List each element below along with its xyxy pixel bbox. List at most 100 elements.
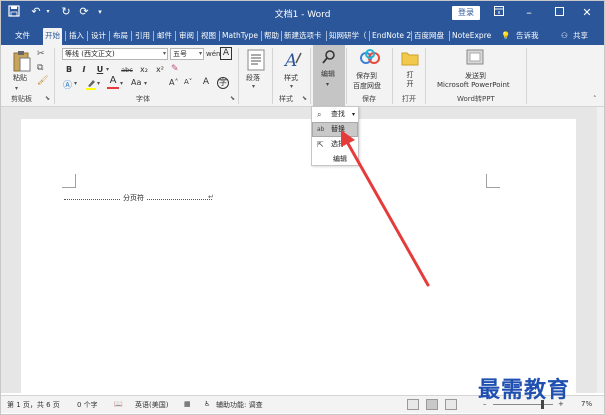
phonetic-guide-icon[interactable]: wén (206, 47, 220, 61)
zoom-slider[interactable] (493, 404, 553, 405)
tab-baidu-netdisk[interactable]: 百度网盘 (412, 28, 446, 45)
cut-icon[interactable]: ✂ (37, 49, 45, 59)
tab-review[interactable]: 审阅 (177, 28, 196, 45)
font-color-icon[interactable]: A (107, 76, 119, 90)
tab-layout[interactable]: 布局 (111, 28, 130, 45)
clear-formatting-icon[interactable]: ✎ (171, 64, 179, 74)
subscript-button[interactable]: x₂ (138, 64, 150, 76)
replace-menu-item[interactable]: ab 替换 (312, 122, 358, 137)
highlight-dropdown-icon[interactable]: ▾ (97, 80, 100, 87)
send-to-ppt-label-line2[interactable]: Microsoft PowerPoint (437, 81, 510, 89)
highlight-color-icon[interactable] (85, 78, 97, 90)
tab-endnote[interactable]: EndNote 2 (370, 28, 413, 45)
styles-label[interactable]: 样式 (284, 73, 298, 83)
close-icon[interactable]: ✕ (577, 4, 597, 22)
character-shading-icon[interactable]: A (201, 77, 211, 89)
text-effects-dropdown-icon[interactable]: ▾ (74, 80, 77, 87)
print-layout-button[interactable] (426, 399, 438, 410)
paragraph-dropdown-icon[interactable]: ▾ (252, 83, 255, 90)
underline-button[interactable]: U (95, 64, 105, 76)
tab-tell-me[interactable]: 告诉我 (514, 28, 541, 45)
read-mode-button[interactable] (407, 399, 419, 410)
send-to-ppt-label-line1[interactable]: 发送到 (465, 71, 486, 81)
select-menu-item[interactable]: ⇱ 选择 (313, 138, 357, 151)
lightbulb-icon[interactable]: 💡 (499, 28, 512, 45)
strikethrough-button[interactable]: abc (119, 64, 135, 76)
open-label[interactable]: 打开 (404, 71, 416, 89)
tab-references[interactable]: 引用 (133, 28, 152, 45)
paragraph-icon[interactable] (247, 49, 265, 71)
copy-icon[interactable]: ⧉ (37, 63, 43, 73)
bold-button[interactable]: B (64, 64, 74, 76)
save-to-label-line1[interactable]: 保存到 (356, 71, 377, 81)
tab-help[interactable]: 帮助 (262, 28, 281, 45)
restore-icon[interactable] (549, 4, 569, 22)
tab-design[interactable]: 设计 (89, 28, 108, 45)
font-color-dropdown-icon[interactable]: ▾ (120, 80, 123, 87)
paste-icon[interactable] (11, 49, 33, 73)
find-menu-item[interactable]: ⌕ 查找 ▾ (313, 108, 357, 121)
title-bar: ↶ ▾ ↻ ⟳ ▾ 文档1 - Word 登录 – ✕ (1, 1, 604, 25)
italic-button[interactable]: I (79, 64, 89, 76)
word-count[interactable]: 0 个字 (77, 400, 98, 410)
paste-dropdown-icon[interactable]: ▾ (15, 85, 18, 92)
accessibility-status[interactable]: 辅助功能: 调查 (216, 400, 263, 410)
watermark-logo: 最需教育 (478, 377, 571, 403)
enclose-characters-icon[interactable]: 字 (217, 77, 229, 89)
proofing-icon[interactable]: 📖 (114, 400, 123, 408)
tab-new-tab[interactable]: 新建选项卡 (282, 28, 324, 45)
grow-font-icon[interactable]: A˄ (169, 78, 178, 87)
web-layout-button[interactable] (445, 399, 457, 410)
font-launcher-icon[interactable]: ⬊ (230, 95, 235, 102)
minimize-icon[interactable]: – (519, 4, 539, 22)
zoom-level[interactable]: 7% (581, 400, 592, 408)
baidu-netdisk-icon[interactable] (359, 49, 381, 65)
change-case-dropdown-icon[interactable]: ▾ (144, 80, 147, 87)
clipboard-launcher-icon[interactable]: ⬊ (45, 95, 50, 102)
share-icon[interactable]: ⚇ (559, 28, 570, 45)
send-to-ppt-icon[interactable] (466, 49, 484, 65)
format-painter-icon[interactable]: 🖌 (37, 76, 48, 86)
open-folder-icon[interactable] (401, 50, 419, 66)
text-effects-icon[interactable]: Ⓐ (63, 78, 72, 91)
tab-home[interactable]: 开始 (43, 28, 62, 45)
word-to-ppt-group-label: Word转PPT (457, 95, 495, 103)
tab-separator (175, 31, 176, 41)
margin-corner-top-right (486, 174, 500, 188)
group-separator (526, 48, 527, 104)
vertical-scrollbar[interactable] (597, 107, 604, 393)
tab-noteexpress[interactable]: NoteExpre (450, 28, 494, 45)
tab-share[interactable]: 共享 (571, 28, 590, 45)
paste-label[interactable]: 粘贴 (13, 73, 27, 83)
tab-mailings[interactable]: 邮件 (155, 28, 174, 45)
ribbon-display-icon[interactable] (489, 4, 509, 22)
save-to-label-line2[interactable]: 百度网盘 (353, 81, 381, 91)
font-name-select[interactable]: 等线 (西文正文) ▾ (62, 48, 168, 60)
tab-insert[interactable]: 插入 (67, 28, 86, 45)
editing-label: 编辑 (321, 70, 335, 78)
font-size-select[interactable]: 五号 ▾ (170, 48, 204, 60)
character-border-icon[interactable]: A (220, 47, 232, 60)
find-label: 查找 (331, 110, 345, 118)
change-case-icon[interactable]: Aa (131, 78, 141, 87)
tab-view[interactable]: 视图 (199, 28, 218, 45)
tab-cnki[interactable]: 知网研学（ (327, 28, 369, 45)
styles-launcher-icon[interactable]: ⬊ (302, 95, 307, 102)
collapse-ribbon-icon[interactable]: ˄ (593, 95, 597, 103)
clipboard-group-label: 剪贴板 (11, 95, 32, 103)
login-button[interactable]: 登录 (452, 6, 480, 20)
tab-mathtype[interactable]: MathType (220, 28, 260, 45)
styles-group-label: 样式 (279, 95, 293, 103)
shrink-font-icon[interactable]: A˅ (184, 78, 192, 86)
styles-icon[interactable]: A (283, 49, 303, 71)
macro-icon[interactable]: ▦ (184, 400, 191, 408)
accessibility-icon[interactable]: ♿ (204, 400, 210, 408)
document-page[interactable]: 分页符 ↵ (21, 119, 576, 393)
underline-dropdown-icon[interactable]: ▾ (106, 66, 109, 73)
styles-dropdown-icon[interactable]: ▾ (290, 83, 293, 90)
superscript-button[interactable]: x² (154, 64, 166, 76)
tab-file[interactable]: 文件 (13, 28, 32, 45)
page-count[interactable]: 第 1 页，共 6 页 (7, 400, 60, 410)
language-status[interactable]: 英语(美国) (135, 400, 168, 410)
paragraph-label[interactable]: 段落 (246, 73, 260, 83)
